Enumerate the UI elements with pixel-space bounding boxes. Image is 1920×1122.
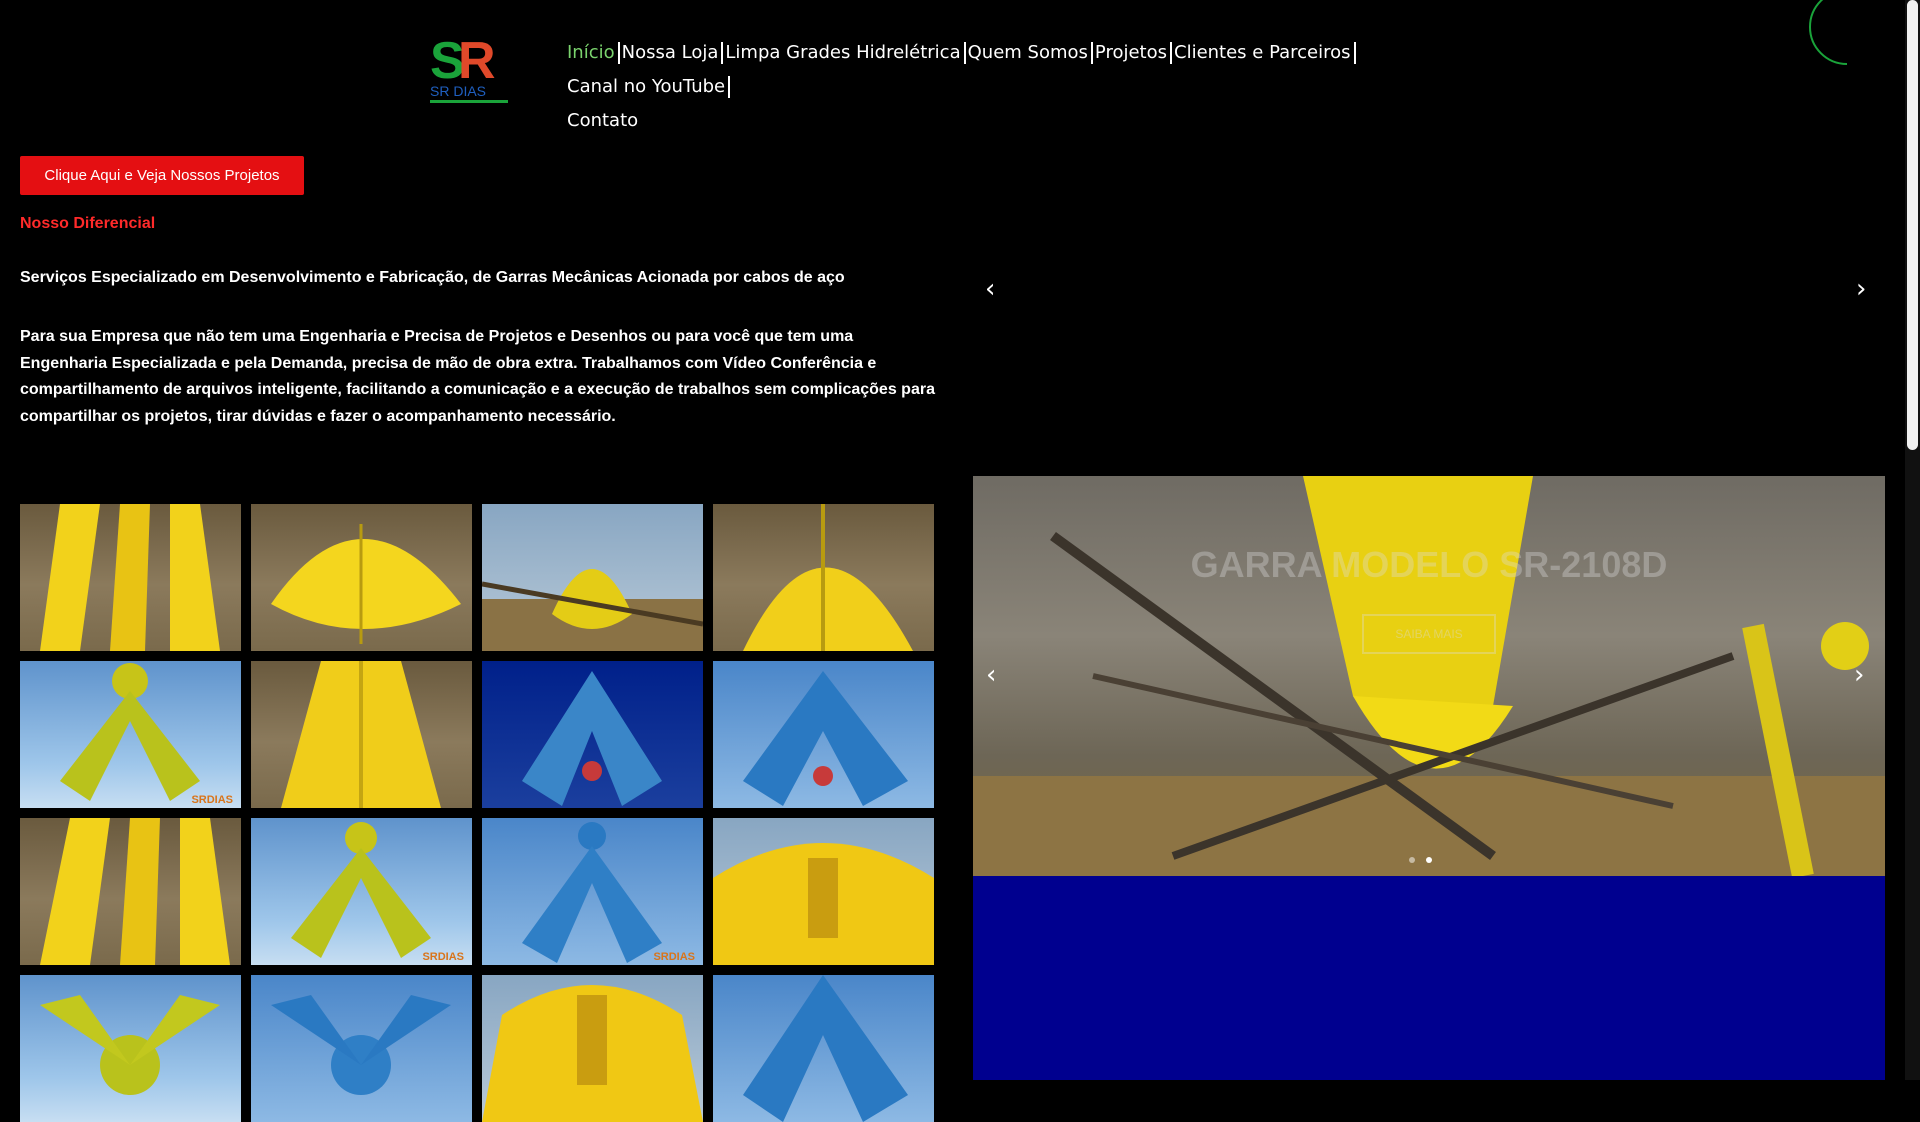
gallery-thumb[interactable] (20, 975, 241, 1122)
gallery-thumb[interactable] (251, 661, 472, 808)
gallery-thumb[interactable] (482, 975, 703, 1122)
gallery-thumb[interactable] (713, 975, 934, 1122)
nav-item-inicio[interactable]: Início (565, 42, 620, 64)
slide-image (973, 476, 1885, 876)
gallery-thumb[interactable] (482, 504, 703, 651)
hero-slide: GARRA MODELO SR-2108D SAIBA MAIS (973, 476, 1885, 876)
nav-item-clientes[interactable]: Clientes e Parceiros (1172, 42, 1356, 64)
gallery-thumb[interactable]: SRDIAS (482, 818, 703, 965)
main-nav: Início Nossa Loja Limpa Grades Hidrelétric… (565, 38, 1505, 140)
gallery-thumb[interactable] (713, 661, 934, 808)
nav-item-youtube[interactable]: Canal no YouTube (565, 76, 731, 98)
slider-next[interactable]: › (1854, 660, 1864, 690)
svg-text:R: R (458, 32, 496, 90)
view-projects-button[interactable]: Clique Aqui e Veja Nossos Projetos (20, 156, 304, 195)
slider-next-top[interactable]: › (1856, 274, 1866, 304)
nav-item-contato[interactable]: Contato (565, 110, 641, 132)
description-paragraph: Para sua Empresa que não tem uma Engenha… (20, 328, 935, 425)
brand-watermark: SRDIAS (422, 951, 464, 963)
slider-prev-top[interactable]: ‹ (985, 274, 995, 304)
brand-watermark: SRDIAS (191, 794, 233, 806)
slider-dot[interactable] (1409, 857, 1415, 863)
gallery-thumb[interactable]: SRDIAS (20, 661, 241, 808)
gallery-thumb[interactable] (251, 504, 472, 651)
gallery-thumb[interactable] (713, 504, 934, 651)
intro-text: Serviços Especializado em Desenvolviment… (20, 269, 845, 286)
decorative-circle (1809, 0, 1848, 65)
gallery-grid: SRDIAS SRDIAS SRDIAS (20, 504, 934, 1122)
gallery-thumb[interactable] (20, 818, 241, 965)
nav-item-quem-somos[interactable]: Quem Somos (966, 42, 1093, 64)
nav-item-nossa-loja[interactable]: Nossa Loja (620, 42, 724, 64)
learn-more-button[interactable]: SAIBA MAIS (1362, 614, 1496, 654)
section-heading: Nosso Diferencial (20, 215, 156, 232)
gallery-thumb[interactable] (482, 661, 703, 808)
slide-title: GARRA MODELO SR-2108D (1190, 544, 1668, 585)
gallery-thumb[interactable]: SRDIAS (251, 818, 472, 965)
brand-watermark: SRDIAS (653, 951, 695, 963)
gallery-thumb[interactable] (251, 975, 472, 1122)
gallery-thumb[interactable] (713, 818, 934, 965)
blue-section (973, 876, 1885, 1080)
nav-item-limpa-grades[interactable]: Limpa Grades Hidrelétrica (723, 42, 966, 64)
gallery-thumb[interactable] (20, 504, 241, 651)
logo[interactable]: S R SR DIAS (428, 30, 510, 106)
logo-text: SR DIAS (430, 83, 486, 99)
slider-prev[interactable]: ‹ (986, 660, 996, 690)
slider-dot-active[interactable] (1426, 857, 1432, 863)
scrollbar-thumb[interactable] (1907, 0, 1918, 450)
nav-item-projetos[interactable]: Projetos (1093, 42, 1172, 64)
